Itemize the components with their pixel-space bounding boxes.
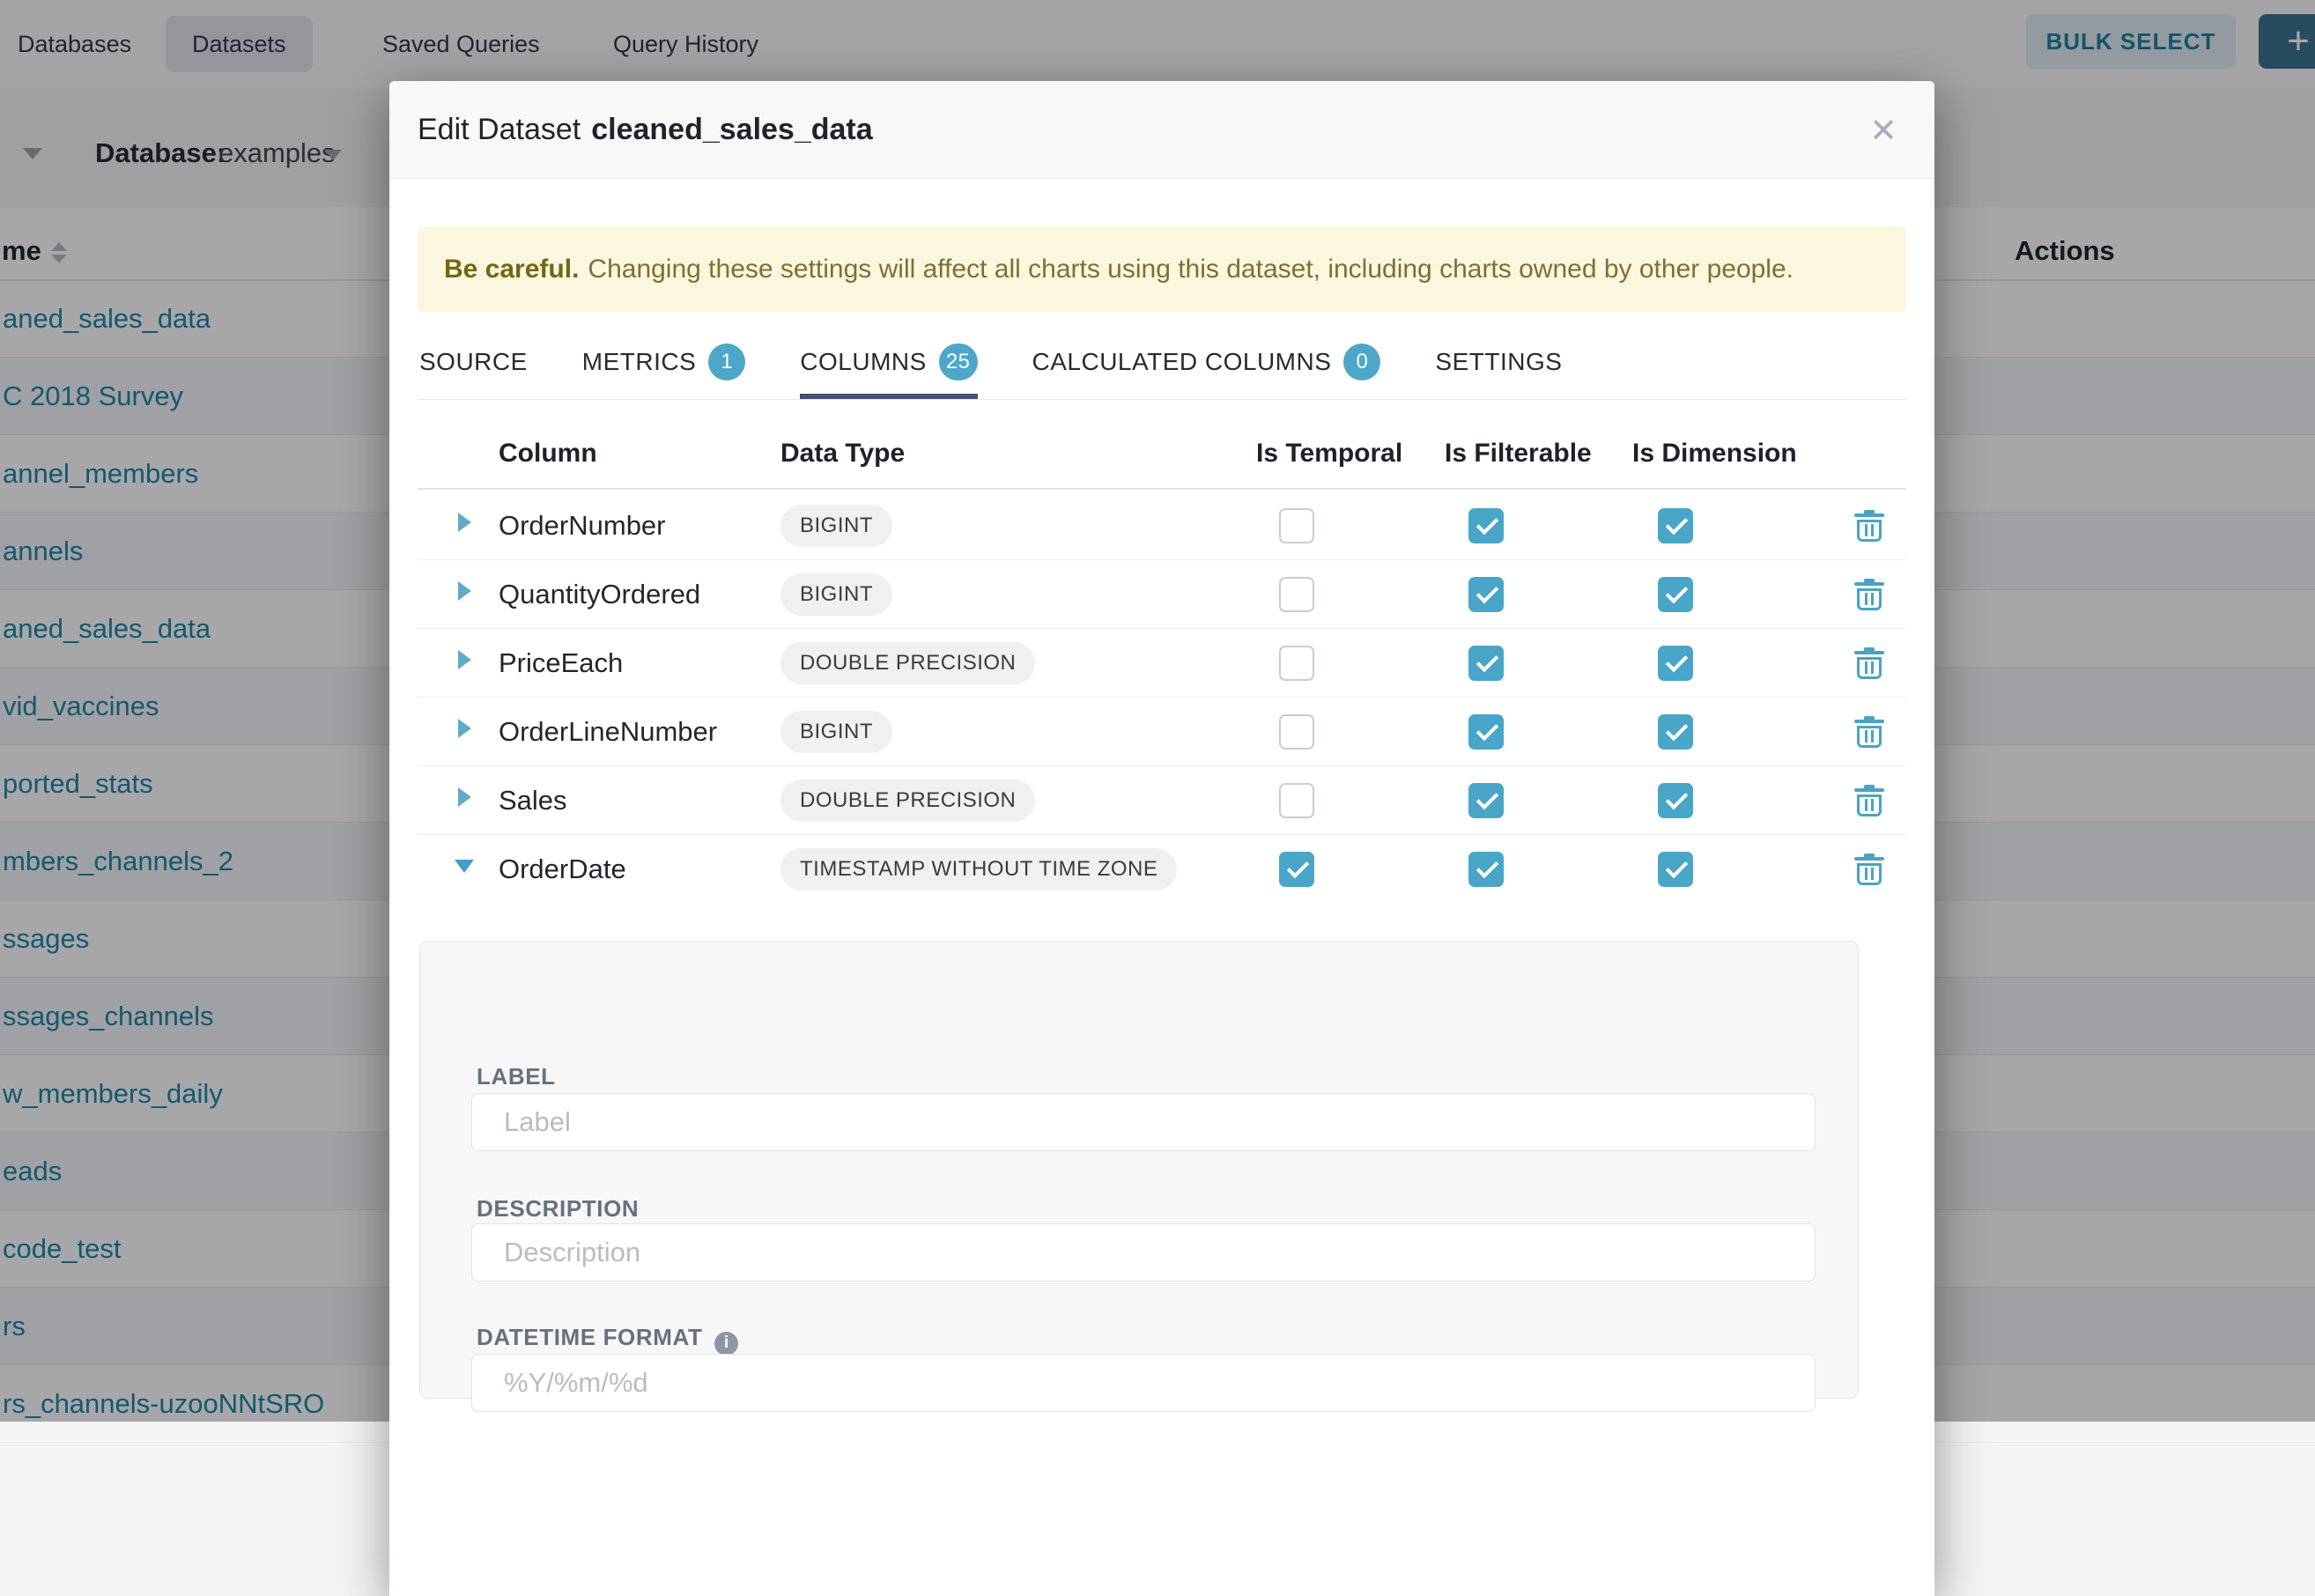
- modal-title: Edit Dataset cleaned_sales_data: [418, 81, 873, 179]
- delete-column-icon[interactable]: [1857, 785, 1882, 816]
- tabs-baseline: [418, 399, 1906, 400]
- tab-label: COLUMNS: [800, 348, 927, 376]
- data-type-pill: DOUBLE PRECISION: [780, 780, 1035, 822]
- tab-label: SETTINGS: [1435, 348, 1562, 376]
- data-type-header: Data Type: [780, 439, 905, 469]
- collapse-caret-icon[interactable]: [455, 860, 474, 873]
- warning-banner-bold: Be careful.: [444, 255, 579, 284]
- datetime-format-input[interactable]: [471, 1354, 1816, 1412]
- is-filterable-checkbox[interactable]: [1468, 714, 1504, 750]
- column-name: QuantityOrdered: [499, 579, 700, 610]
- is-temporal-checkbox[interactable]: [1279, 646, 1314, 681]
- is-temporal-checkbox[interactable]: [1279, 783, 1314, 818]
- is-dimension-checkbox[interactable]: [1658, 714, 1693, 750]
- column-name: PriceEach: [499, 647, 623, 679]
- is-filterable-header: Is Filterable: [1445, 439, 1592, 469]
- modal-title-prefix: Edit Dataset: [418, 113, 581, 147]
- data-type-pill: DOUBLE PRECISION: [780, 642, 1035, 684]
- column-row-QuantityOrdered: QuantityOrdered BIGINT: [418, 560, 1906, 629]
- datetime-format-label-text: DATETIME FORMAT: [477, 1324, 702, 1350]
- is-filterable-checkbox[interactable]: [1468, 577, 1504, 612]
- is-filterable-checkbox[interactable]: [1468, 646, 1504, 681]
- is-temporal-checkbox[interactable]: [1279, 852, 1314, 887]
- warning-banner-text: Changing these settings will affect all …: [588, 255, 1794, 284]
- is-temporal-checkbox[interactable]: [1279, 577, 1314, 612]
- modal-tabs: SOURCE METRICS 1 COLUMNS 25 CALCULATED COLUMN…: [419, 345, 1562, 400]
- is-dimension-checkbox[interactable]: [1658, 852, 1693, 887]
- is-dimension-checkbox[interactable]: [1658, 577, 1693, 612]
- column-header: Column: [499, 439, 597, 469]
- is-temporal-header: Is Temporal: [1256, 439, 1402, 469]
- column-row-PriceEach: PriceEach DOUBLE PRECISION: [418, 629, 1906, 698]
- tab-settings[interactable]: SETTINGS: [1435, 345, 1562, 400]
- column-row-OrderNumber: OrderNumber BIGINT: [418, 491, 1906, 560]
- column-row-Sales: Sales DOUBLE PRECISION: [418, 766, 1906, 835]
- info-icon[interactable]: i: [714, 1332, 738, 1356]
- expand-caret-icon[interactable]: [458, 581, 471, 601]
- is-temporal-checkbox[interactable]: [1279, 508, 1314, 543]
- column-detail-panel: LABEL DESCRIPTION DATETIME FORMAT i: [419, 941, 1859, 1399]
- edit-dataset-modal: Edit Dataset cleaned_sales_data ✕ Be car…: [389, 81, 1934, 1596]
- tab-calculated-columns[interactable]: CALCULATED COLUMNS 0: [1032, 345, 1381, 400]
- description-field-label: DESCRIPTION: [477, 1195, 639, 1223]
- data-type-pill: BIGINT: [780, 711, 892, 753]
- column-row-OrderDate: OrderDate TIMESTAMP WITHOUT TIME ZONE: [418, 835, 1906, 904]
- warning-banner: Be careful. Changing these settings will…: [418, 226, 1906, 313]
- tab-source[interactable]: SOURCE: [419, 345, 528, 400]
- datetime-format-field-label: DATETIME FORMAT i: [477, 1324, 738, 1356]
- columns-table-header: Column Data Type Is Temporal Is Filterab…: [418, 423, 1906, 490]
- is-dimension-checkbox[interactable]: [1658, 783, 1693, 818]
- delete-column-icon[interactable]: [1857, 716, 1882, 748]
- tab-label: SOURCE: [419, 348, 528, 376]
- is-temporal-checkbox[interactable]: [1279, 714, 1314, 750]
- expand-caret-icon[interactable]: [458, 719, 471, 738]
- is-dimension-header: Is Dimension: [1632, 439, 1797, 469]
- column-row-OrderLineNumber: OrderLineNumber BIGINT: [418, 698, 1906, 766]
- is-filterable-checkbox[interactable]: [1468, 783, 1504, 818]
- modal-title-dataset-name: cleaned_sales_data: [591, 113, 872, 147]
- expand-caret-icon[interactable]: [458, 787, 471, 807]
- label-field-label: LABEL: [477, 1063, 556, 1090]
- tab-count-badge: 25: [939, 344, 978, 381]
- data-type-pill: BIGINT: [780, 505, 892, 547]
- tab-label: METRICS: [582, 348, 697, 376]
- description-input[interactable]: [471, 1223, 1816, 1282]
- is-dimension-checkbox[interactable]: [1658, 508, 1693, 543]
- data-type-pill: BIGINT: [780, 573, 892, 616]
- delete-column-icon[interactable]: [1857, 647, 1882, 679]
- is-filterable-checkbox[interactable]: [1468, 852, 1504, 887]
- expand-caret-icon[interactable]: [458, 650, 471, 669]
- delete-column-icon[interactable]: [1857, 853, 1882, 885]
- delete-column-icon[interactable]: [1857, 510, 1882, 542]
- data-type-pill: TIMESTAMP WITHOUT TIME ZONE: [780, 848, 1177, 890]
- column-name: OrderLineNumber: [499, 716, 717, 748]
- modal-header: Edit Dataset cleaned_sales_data ✕: [389, 81, 1934, 179]
- column-name: OrderDate: [499, 853, 626, 885]
- tab-count-badge: 1: [708, 344, 745, 381]
- close-icon[interactable]: ✕: [1859, 106, 1908, 155]
- tab-label: CALCULATED COLUMNS: [1032, 348, 1332, 376]
- delete-column-icon[interactable]: [1857, 579, 1882, 610]
- is-dimension-checkbox[interactable]: [1658, 646, 1693, 681]
- is-filterable-checkbox[interactable]: [1468, 508, 1504, 543]
- tab-columns[interactable]: COLUMNS 25: [800, 345, 977, 400]
- tab-count-badge: 0: [1343, 344, 1380, 381]
- column-name: Sales: [499, 785, 567, 816]
- column-name: OrderNumber: [499, 510, 666, 542]
- expand-caret-icon[interactable]: [458, 513, 471, 532]
- tab-metrics[interactable]: METRICS 1: [582, 345, 746, 400]
- label-input[interactable]: [471, 1093, 1816, 1151]
